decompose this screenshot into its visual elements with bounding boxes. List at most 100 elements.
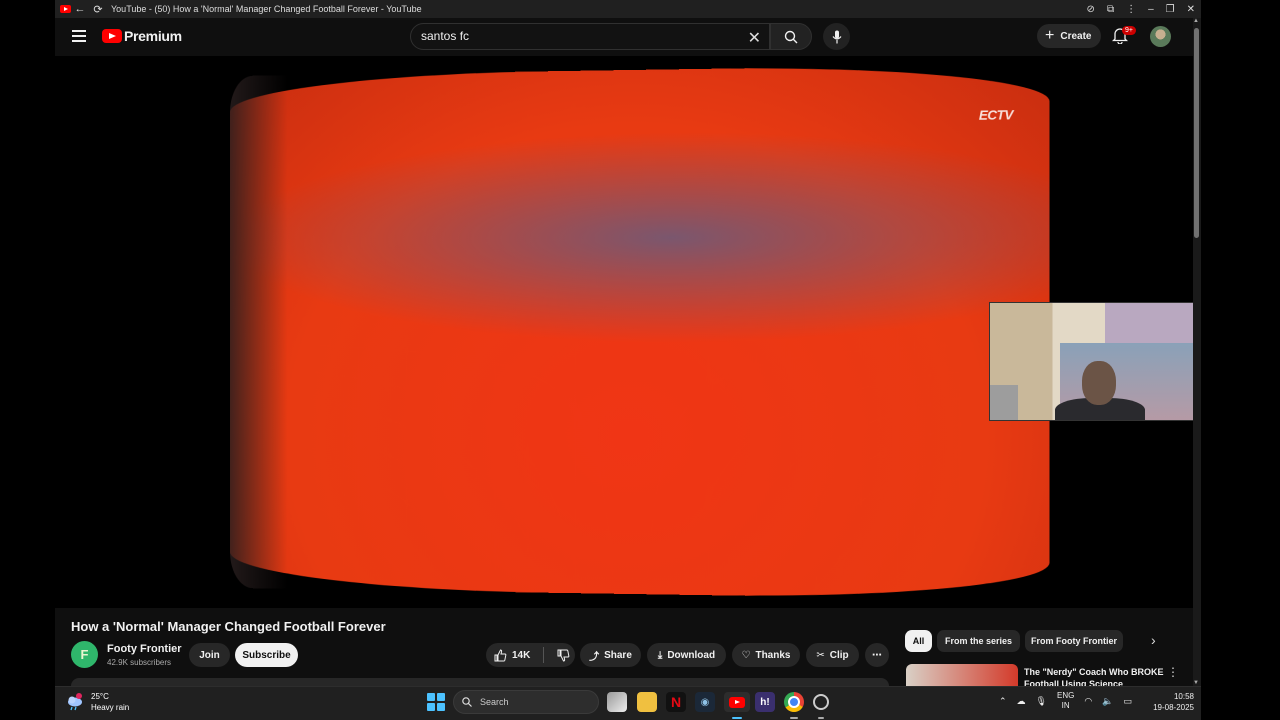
more-options-icon[interactable]: ⋮ [1126,4,1136,15]
youtube-play-icon [102,29,122,43]
rain-cloud-icon [65,692,85,712]
app-icon[interactable] [813,694,829,710]
recommendation-thumbnail[interactable] [906,664,1018,686]
microphone-icon[interactable]: 🎙 [1036,696,1047,707]
thanks-heart-icon: ♡ [742,650,751,661]
youtube-logo[interactable]: Premium [102,28,182,44]
account-avatar[interactable] [1150,26,1171,47]
steam-icon[interactable]: ◉ [695,692,715,712]
running-indicator [732,717,742,719]
scroll-up-icon[interactable]: ▲ [1193,18,1199,24]
date: 19-08-2025 [1150,702,1194,713]
thumbs-down-icon[interactable] [557,649,570,662]
running-indicator [818,717,824,719]
page-scrollbar[interactable]: ▲ ▼ [1193,18,1201,686]
search-icon [462,697,472,707]
masthead: Premium ✕ + Create 9+ [55,18,1193,56]
clear-search-icon[interactable]: ✕ [748,28,761,48]
taskbar-search-label: Search [480,697,509,707]
share-label: Share [604,650,632,661]
system-tray: ⌃ ☁ 🎙 ENG IN ◠ 🔈 ▭ [999,691,1132,711]
maximize-button[interactable]: ❐ [1166,4,1175,15]
close-button[interactable]: ✕ [1187,4,1195,15]
thanks-label: Thanks [755,650,790,661]
video-frame: ECTV [230,64,1049,601]
cloud-sync-icon[interactable]: ☁ [1017,696,1026,707]
language-indicator[interactable]: ENG IN [1057,691,1074,711]
youtube-app-icon[interactable] [724,692,750,712]
recommendation-menu-icon[interactable]: ⋮ [1167,665,1179,679]
youtube-favicon-icon [60,5,71,13]
more-horizontal-icon: ⋯ [872,650,882,661]
scissors-icon: ✂ [816,650,824,661]
clip-button[interactable]: ✂ Clip [806,643,859,667]
extensions-icon[interactable]: ⧉ [1107,4,1114,15]
clip-label: Clip [830,650,849,661]
title-bar: ← ⟳ YouTube - (50) How a 'Normal' Manage… [55,0,1201,18]
plus-icon: + [1045,28,1054,44]
channel-avatar[interactable]: F [71,641,98,668]
scroll-thumb[interactable] [1194,28,1199,238]
video-player[interactable]: ECTV [55,56,1193,608]
chrome-icon[interactable] [784,692,804,712]
running-indicator [790,717,798,719]
weather-widget[interactable]: 25°C Heavy rain [65,691,129,713]
microphone-icon [832,30,842,44]
browser-window: ← ⟳ YouTube - (50) How a 'Normal' Manage… [55,0,1201,686]
task-view-icon[interactable] [607,692,627,712]
download-icon: ⤓ [658,650,662,661]
search-icon [784,30,798,44]
notification-badge: 9+ [1122,26,1136,35]
wifi-icon[interactable]: ◠ [1084,696,1092,707]
windows-start-icon[interactable] [427,693,445,711]
minimize-button[interactable]: – [1148,4,1154,15]
hi-app-icon[interactable]: h! [755,692,775,712]
weather-condition: Heavy rain [91,702,129,713]
channel-name[interactable]: Footy Frontier [107,643,182,655]
reload-icon[interactable]: ⟳ [89,3,107,16]
chip-from-channel[interactable]: From Footy Frontier [1025,630,1123,652]
temperature: 25°C [91,691,129,702]
chip-all[interactable]: All [905,630,932,652]
video-title: How a 'Normal' Manager Changed Football … [71,619,386,634]
subscriber-count: 42.9K subscribers [107,658,171,667]
create-button[interactable]: + Create [1037,24,1101,48]
create-label: Create [1060,31,1091,42]
back-icon[interactable]: ← [71,3,89,15]
chevron-up-icon[interactable]: ⌃ [999,696,1007,707]
chevron-right-icon[interactable]: › [1151,632,1156,648]
description-box[interactable] [71,678,889,686]
download-label: Download [667,650,715,661]
like-count[interactable]: 14K [512,650,530,661]
search-input[interactable] [421,29,741,43]
volume-icon[interactable]: 🔈 [1102,696,1113,707]
window-title: YouTube - (50) How a 'Normal' Manager Ch… [111,4,422,14]
file-explorer-icon[interactable] [637,692,657,712]
share-icon: ⤴ [589,648,599,663]
logo-text: Premium [124,28,182,44]
screen: ← ⟳ YouTube - (50) How a 'Normal' Manage… [0,0,1280,720]
thanks-button[interactable]: ♡ Thanks [732,643,800,667]
search-button[interactable] [770,23,812,50]
search-box[interactable]: ✕ [410,23,770,50]
webcam-overlay [989,302,1193,421]
broadcast-logo: ECTV [979,107,1013,123]
share-button[interactable]: ⤴ Share [580,643,641,667]
taskbar-search[interactable]: Search [453,690,599,714]
clock[interactable]: 10:58 19-08-2025 [1150,691,1194,713]
taskbar: 25°C Heavy rain Search N ◉ h! ⌃ ☁ 🎙 ENG … [55,686,1201,720]
voice-search-button[interactable] [823,23,850,50]
like-dislike-group: 14K [486,643,575,667]
join-button[interactable]: Join [189,643,230,667]
thumbs-up-icon[interactable] [494,649,507,662]
netflix-icon[interactable]: N [666,692,686,712]
download-button[interactable]: ⤓ Download [647,643,726,667]
tracking-icon[interactable]: ⊘ [1087,4,1095,15]
subscribe-button[interactable]: Subscribe [235,643,298,667]
more-actions-button[interactable]: ⋯ [865,643,889,667]
menu-icon[interactable] [69,27,89,47]
recommendation-title[interactable]: The "Nerdy" Coach Who BROKE Football Usi… [1024,666,1164,686]
battery-icon[interactable]: ▭ [1123,696,1132,707]
chip-from-series[interactable]: From the series [937,630,1020,652]
time: 10:58 [1150,691,1194,702]
